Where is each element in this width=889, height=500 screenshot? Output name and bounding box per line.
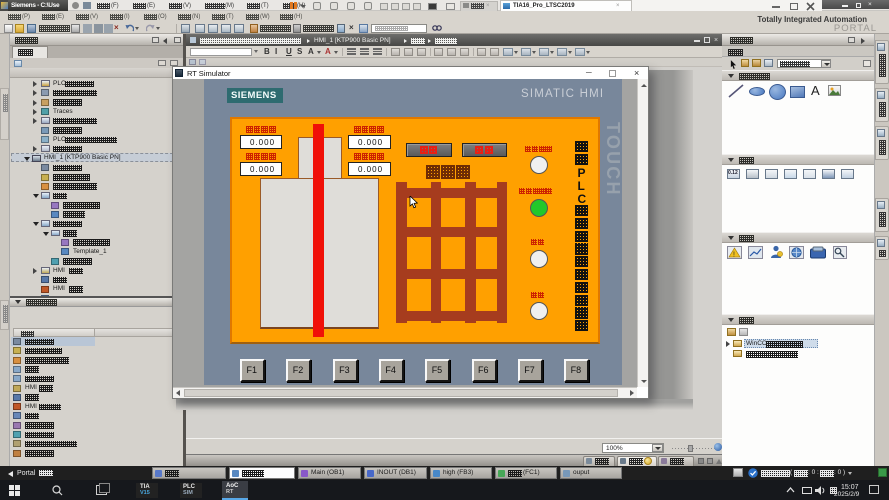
svg-text:!: ! (733, 252, 735, 259)
